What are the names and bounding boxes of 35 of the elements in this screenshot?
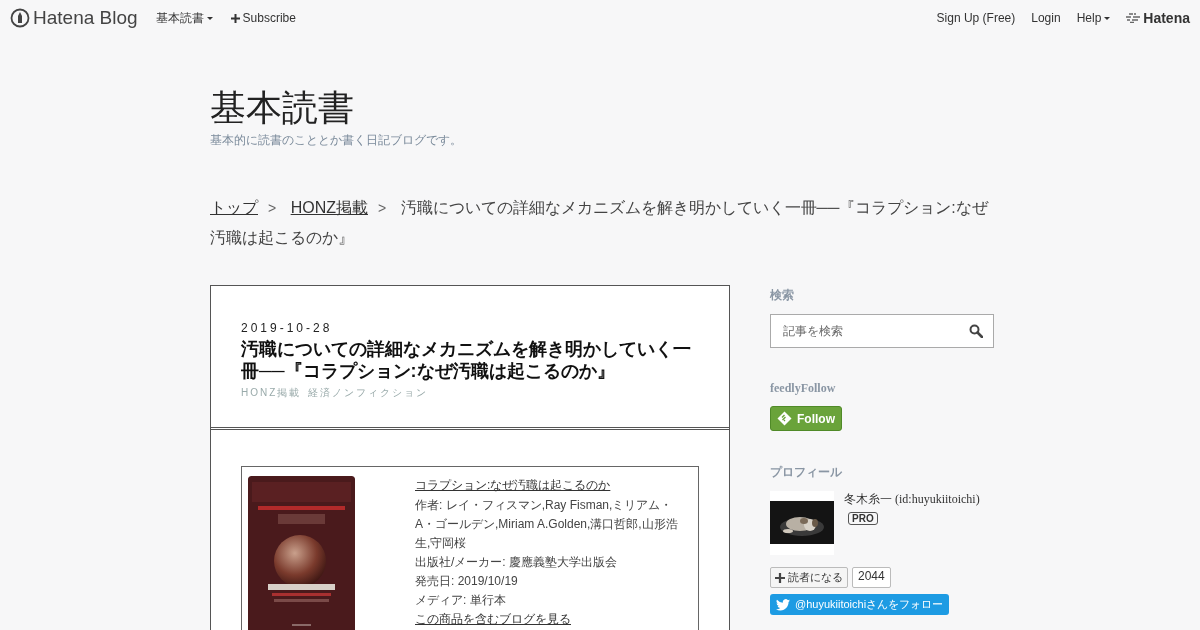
section-heading: プロフィール [770,464,842,481]
related-blogs-link[interactable]: この商品を含むブログを見る [415,612,571,626]
product-detail: 発売日: 2019/10/19 [415,573,519,590]
product-detail: 作者: レイ・フィスマン,Ray Fisman,ミリアム・A・ゴールデン,Miriam A.Golden,溝口哲郎,山形浩生,守岡桜 [415,497,679,552]
subscribe-button[interactable]: 読者になる [770,567,848,588]
section-heading: feedlyFollow [770,381,836,396]
blog-description: 基本的に読書のこととか書く日記ブログです。 [210,132,462,149]
brand-link[interactable]: Hatena [1126,10,1190,26]
dashes-logo-icon [1126,13,1141,23]
plus-icon [775,572,785,583]
plus-icon [230,13,240,23]
nav-link[interactable]: Login [1031,11,1061,25]
feedly-icon [777,411,792,426]
blog-title[interactable]: 基本読書 [210,86,354,130]
profile-name[interactable]: 冬木糸一 (id:huyukiitoichi) [844,491,980,508]
blog-menu[interactable]: 基本読書 [155,9,213,27]
search-icon[interactable] [969,324,983,338]
caret-icon [1104,16,1111,20]
product-detail: 出版社/メーカー: 慶應義塾大学出版会 [415,554,618,571]
section-heading: 検索 [770,287,794,304]
nav-link[interactable]: Sign Up (Free) [936,11,1016,25]
subscriber-count: 2044 [852,567,891,588]
search-field[interactable]: 記事を検索 [770,314,994,348]
caret-icon [206,16,213,20]
help-menu[interactable]: Help [1076,11,1111,25]
breadcrumb: トップ > HONZ掲載 > 汚職についての詳細なメカニズムを解き明かしていく一冊──『コラプション:なぜ汚職は起こるのか』 [210,198,990,248]
bird-icon [776,598,790,611]
pro-badge: PRO [848,512,878,525]
product-title-link[interactable]: コラプション:なぜ汚職は起こるのか [415,476,611,495]
subscribe-link[interactable]: Subscribe [230,11,296,25]
entry-date[interactable]: 2019-10-28 [241,321,333,335]
pen-logo-icon [10,8,30,28]
logo-link[interactable]: Hatena Blog [10,7,138,29]
entry-title[interactable]: 汚職についての詳細なメカニズムを解き明かしていく一冊──『コラプション:なぜ汚職は起こるのか』 [241,338,699,382]
product-detail: メディア: 単行本 [415,592,507,609]
